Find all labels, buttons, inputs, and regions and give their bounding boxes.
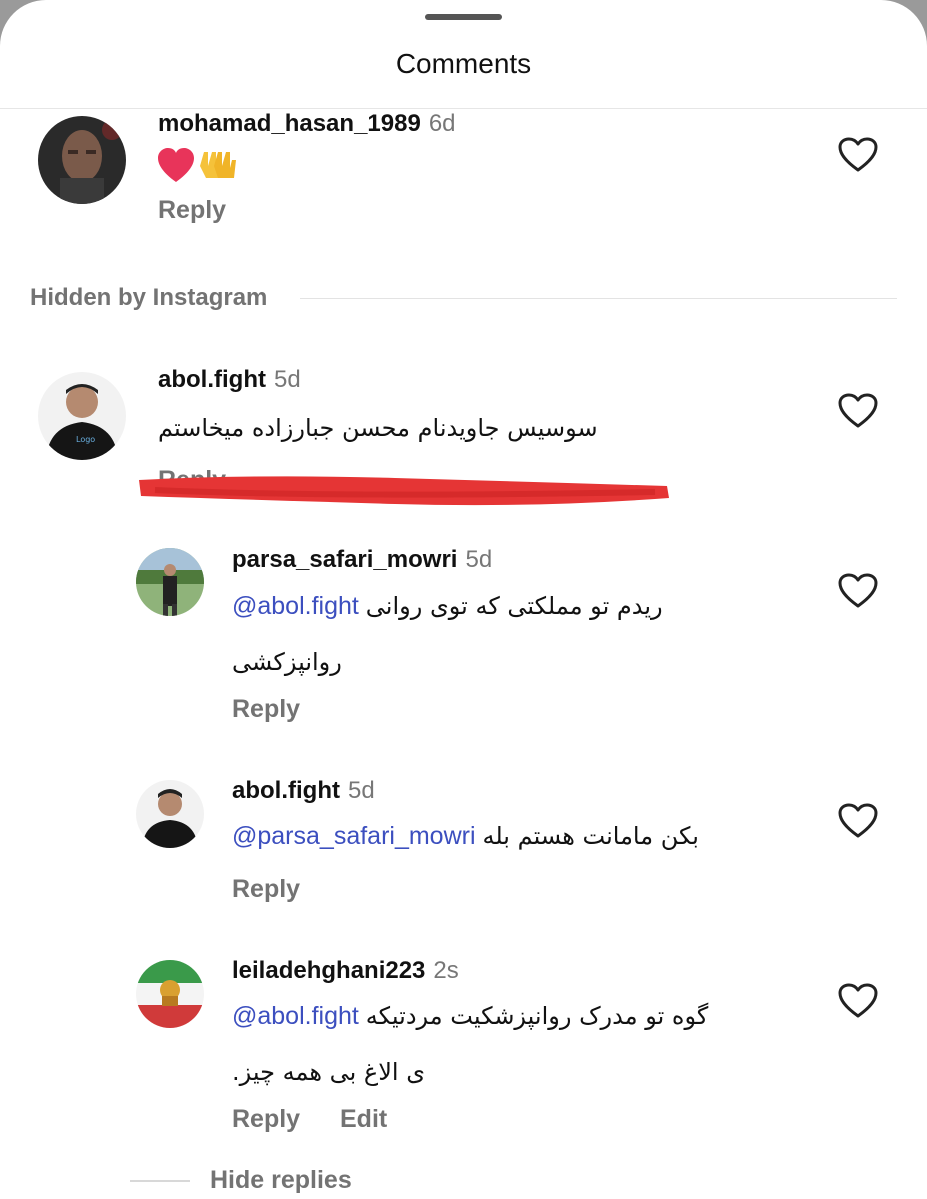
reply-username[interactable]: parsa_safari_mowri 5d — [232, 546, 492, 574]
reply-text: @parsa_safari_mowri بکن مامانت هستم بله — [232, 810, 699, 862]
reply-time: 5d — [347, 777, 375, 804]
heart-icon[interactable] — [838, 803, 878, 839]
drag-handle[interactable] — [425, 14, 502, 20]
svg-text:Logo: Logo — [76, 435, 95, 444]
reply-text: @abol.fight گوه تو مدرک روانپزشکیت مردتی… — [232, 990, 708, 1042]
header-divider — [0, 108, 927, 109]
username-text[interactable]: abol.fight — [232, 777, 340, 804]
hide-replies-line — [130, 1180, 190, 1182]
avatar[interactable] — [136, 780, 204, 848]
heart-icon[interactable] — [838, 137, 878, 173]
comment-username[interactable]: abol.fight 5d — [158, 366, 301, 394]
comments-sheet: Comments mohamad_hasan_1989 6d Reply Hid… — [0, 0, 927, 1199]
mention-link[interactable]: @abol.fight — [232, 592, 359, 620]
username-text[interactable]: abol.fight — [158, 366, 266, 393]
comment-time: 5d — [273, 366, 301, 393]
reply-body-line1: گوه تو مدرک روانپزشکیت مردتیکه — [365, 1002, 709, 1030]
username-text[interactable]: parsa_safari_mowri — [232, 546, 457, 573]
avatar[interactable]: Logo — [38, 372, 126, 460]
comment-body: سوسیس جاویدنام محسن جبارزاده میخاستم — [158, 414, 598, 442]
reply-text-line2: روانپزکشی — [232, 636, 342, 688]
mention-link[interactable]: @abol.fight — [232, 1002, 359, 1030]
username-text[interactable]: mohamad_hasan_1989 — [158, 110, 421, 137]
heart-icon[interactable] — [838, 983, 878, 1019]
reply-text-line2: ی الاغ بی همه چیز. — [232, 1046, 425, 1098]
sheet-title: Comments — [395, 48, 532, 79]
avatar[interactable] — [136, 548, 204, 616]
mention-link[interactable]: @parsa_safari_mowri — [232, 822, 476, 850]
heart-icon[interactable] — [838, 573, 878, 609]
hide-replies-button[interactable]: Hide replies — [210, 1166, 352, 1195]
username-text[interactable]: leiladehghani223 — [232, 957, 425, 984]
heart-icon[interactable] — [838, 393, 878, 429]
avatar[interactable] — [136, 960, 204, 1028]
comment-time: 6d — [428, 110, 456, 137]
comment-username[interactable]: mohamad_hasan_1989 6d — [158, 110, 456, 138]
heart-emoji — [158, 148, 194, 182]
redaction-scribble — [139, 476, 669, 506]
reply-time: 5d — [465, 546, 493, 573]
reply-body-line2: روانپزکشی — [232, 648, 342, 676]
reply-username[interactable]: leiladehghani223 2s — [232, 957, 459, 985]
raising-hands-emoji — [200, 152, 236, 178]
reply-body-line2: ی الاغ بی همه چیز. — [232, 1058, 426, 1086]
reply-button[interactable]: Reply — [158, 196, 226, 225]
reply-button[interactable]: Reply — [232, 695, 300, 724]
hidden-divider — [300, 298, 897, 299]
reply-body-line1: ریدم تو مملکتی که توی روانی — [365, 592, 663, 620]
reply-body-line1: بکن مامانت هستم بله — [482, 822, 699, 850]
hidden-section-label: Hidden by Instagram — [30, 284, 268, 311]
reply-button[interactable]: Reply — [232, 875, 300, 904]
edit-button[interactable]: Edit — [340, 1105, 387, 1134]
comment-text: سوسیس جاویدنام محسن جبارزاده میخاستم — [158, 402, 598, 454]
reply-text: @abol.fight ریدم تو مملکتی که توی روانی — [232, 580, 663, 632]
avatar[interactable] — [38, 116, 126, 204]
reply-time: 2s — [433, 957, 459, 984]
reply-button[interactable]: Reply — [232, 1105, 300, 1134]
emoji-row — [158, 148, 238, 193]
reply-username[interactable]: abol.fight 5d — [232, 777, 375, 805]
